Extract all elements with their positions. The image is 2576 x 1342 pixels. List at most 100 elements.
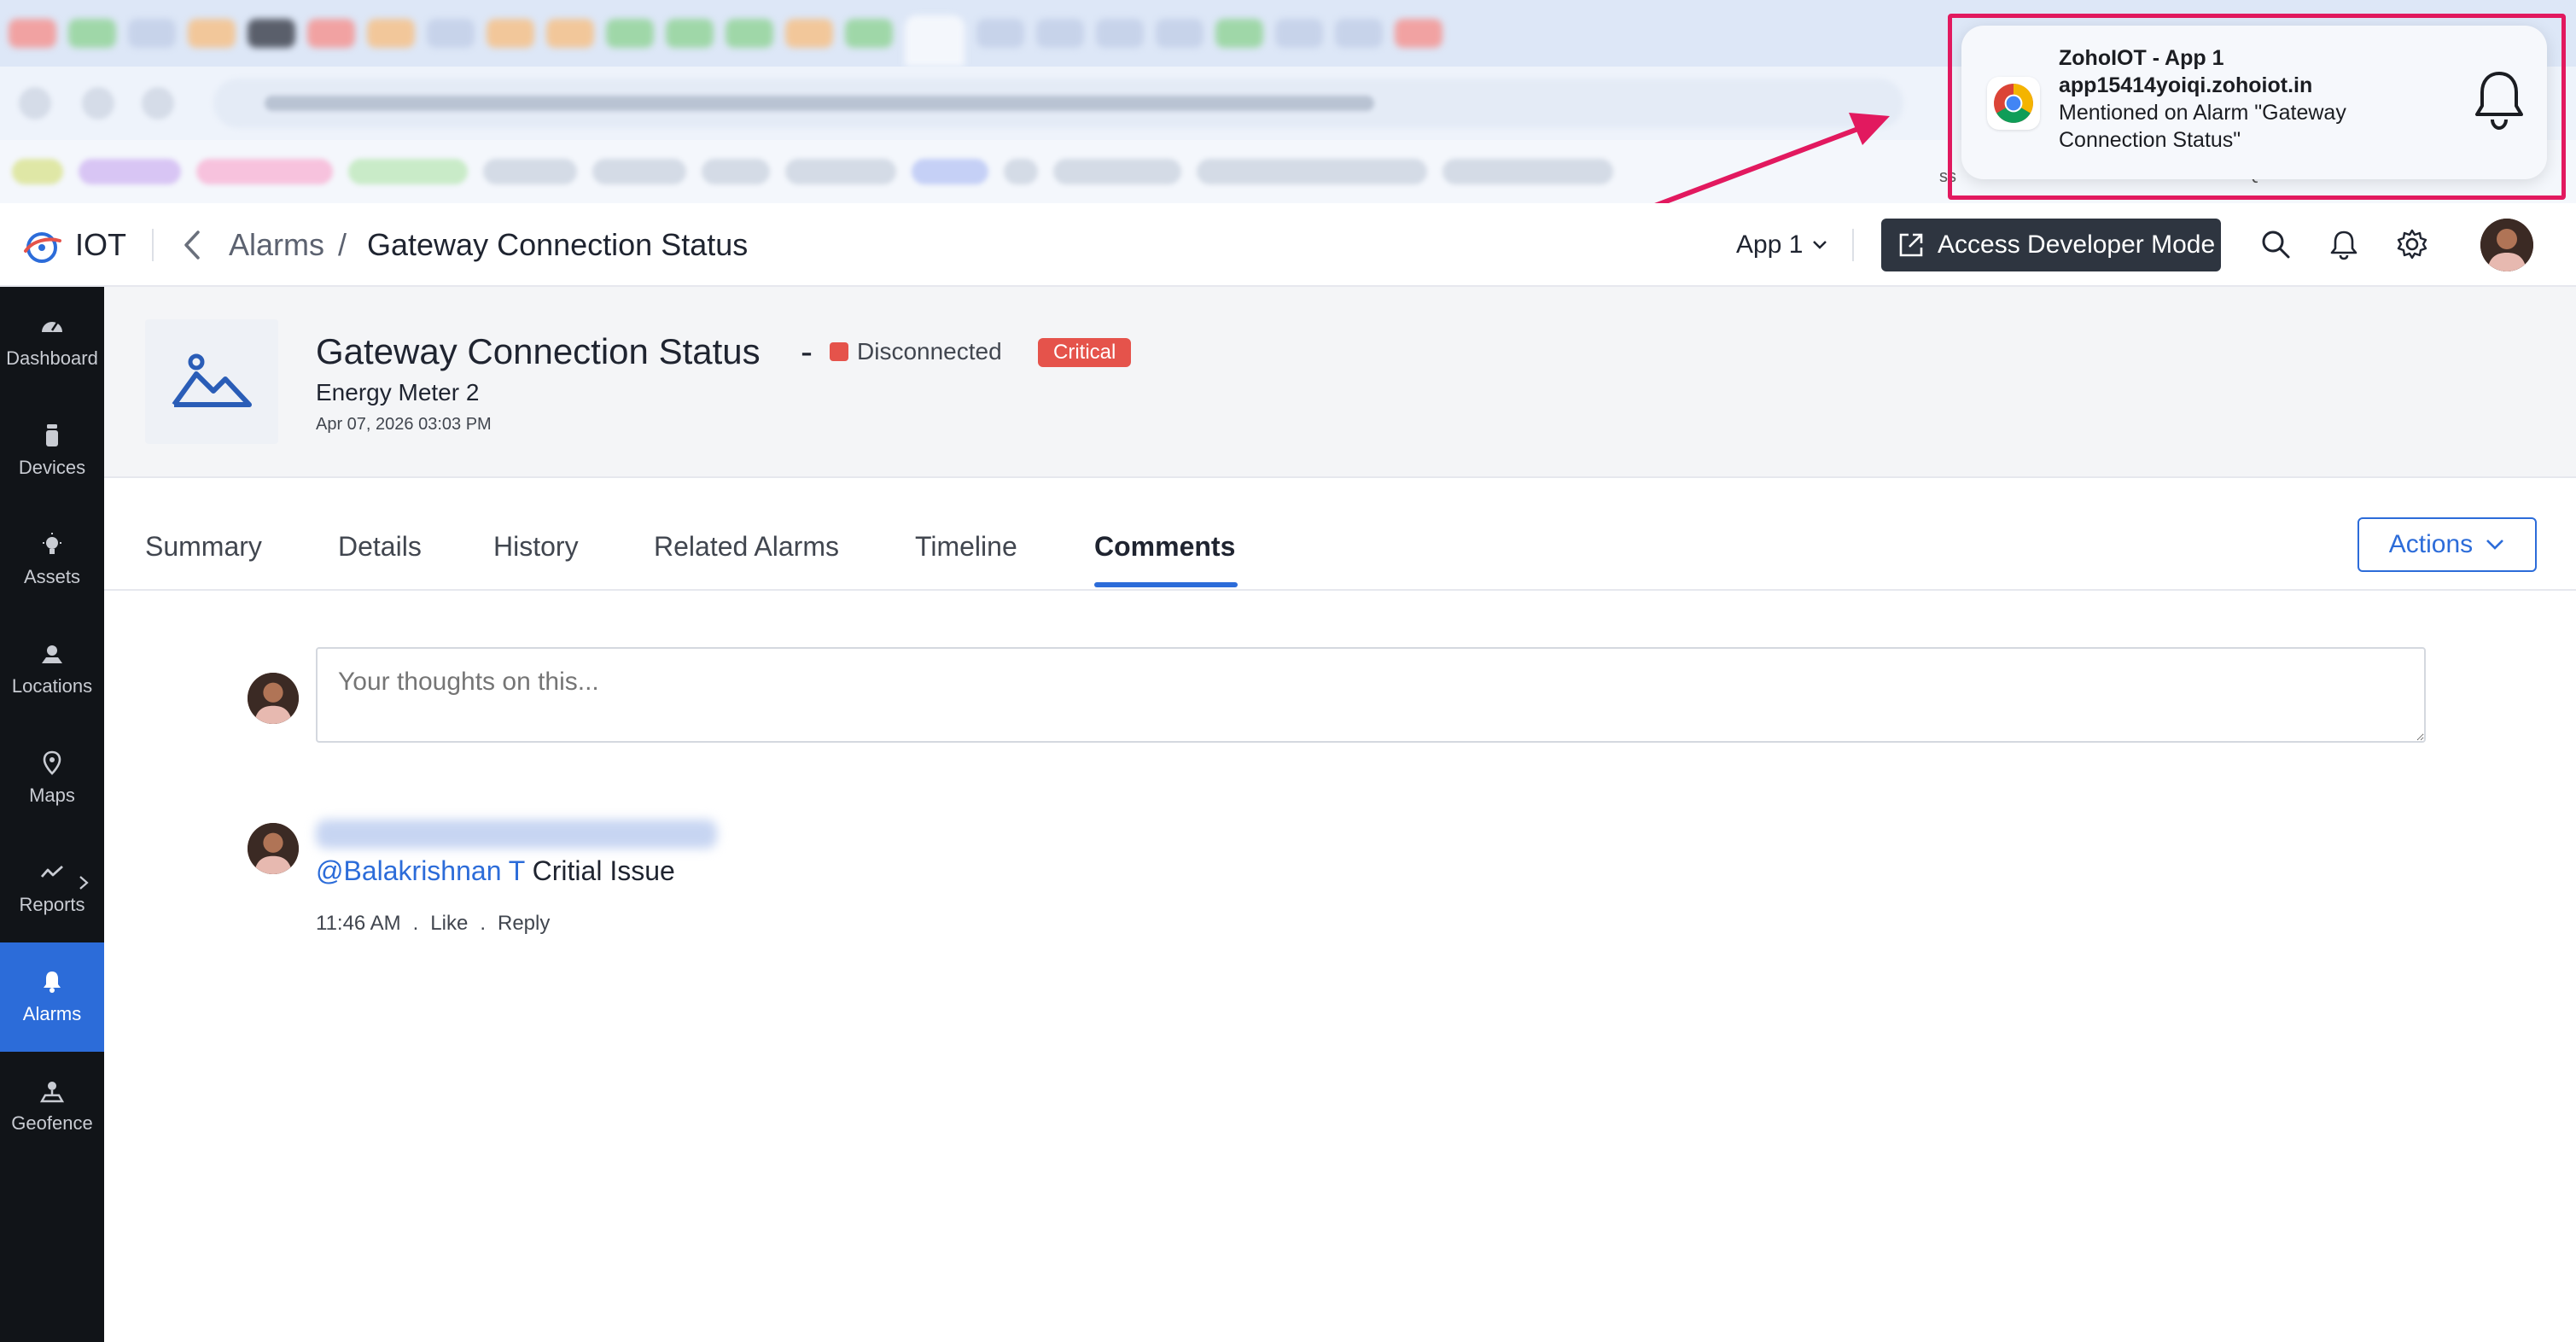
forward-icon[interactable] (82, 87, 114, 120)
app-selector[interactable]: App 1 (1736, 230, 1828, 260)
breadcrumb-separator: / (338, 227, 347, 262)
chevron-right-icon (79, 876, 89, 890)
sidebar-item-assets[interactable]: Assets (0, 505, 104, 615)
reply-link[interactable]: Reply (498, 912, 550, 936)
bookmark[interactable] (1442, 159, 1613, 184)
browser-tab[interactable] (9, 19, 56, 48)
bookmark[interactable] (1197, 159, 1427, 184)
bookmark[interactable] (79, 159, 181, 184)
browser-tab[interactable] (1395, 19, 1442, 48)
notification-body: Mentioned on Alarm "Gateway Connection S… (2059, 101, 2346, 152)
bookmark[interactable] (702, 159, 770, 184)
actions-dropdown-button[interactable]: Actions (2357, 517, 2537, 572)
sidebar-item-label: Alarms (22, 1003, 82, 1024)
browser-tab[interactable] (248, 19, 295, 48)
actions-label: Actions (2388, 530, 2474, 558)
sidebar: Dashboard Devices Assets Locations Maps … (0, 287, 104, 1342)
browser-tab[interactable] (427, 19, 475, 48)
browser-tab[interactable] (726, 19, 773, 48)
url-bar[interactable] (213, 79, 1903, 128)
bookmark[interactable] (196, 159, 333, 184)
user-mention[interactable]: @Balakrishnan T (316, 855, 525, 886)
tab-comments[interactable]: Comments (1094, 531, 1235, 563)
browser-tab[interactable] (845, 19, 893, 48)
zoho-iot-logo[interactable] (19, 225, 65, 266)
alarm-image-placeholder (145, 319, 278, 444)
browser-tab[interactable] (188, 19, 236, 48)
sidebar-item-label: Devices (18, 457, 86, 478)
browser-tab[interactable] (546, 19, 594, 48)
status-label: Disconnected (857, 338, 1002, 365)
comment-author-name-redacted (316, 820, 717, 849)
browser-tab[interactable] (1275, 19, 1323, 48)
chrome-icon (1987, 77, 2040, 130)
tab-history[interactable]: History (493, 531, 579, 563)
current-user-avatar (248, 673, 299, 724)
sidebar-item-geofence[interactable]: Geofence (0, 1052, 104, 1161)
geofence-icon (39, 1082, 65, 1103)
sidebar-item-alarms[interactable]: Alarms (0, 942, 104, 1052)
browser-tab[interactable] (68, 19, 116, 48)
bookmark[interactable] (592, 159, 686, 184)
comment-text: @Balakrishnan T Critial Issue (316, 855, 675, 887)
divider (152, 229, 154, 261)
tab-timeline[interactable]: Timeline (915, 531, 1017, 563)
bookmark[interactable] (1053, 159, 1181, 184)
external-link-icon (1899, 233, 1923, 257)
like-link[interactable]: Like (430, 912, 468, 936)
comment-input[interactable] (316, 647, 2426, 743)
browser-tab[interactable] (666, 19, 714, 48)
browser-tab-active[interactable] (905, 15, 965, 67)
severity-badge: Critical (1038, 338, 1132, 367)
browser-tab[interactable] (1215, 19, 1263, 48)
settings-gear-icon[interactable] (2395, 227, 2429, 261)
reload-icon[interactable] (142, 87, 174, 120)
bell-icon[interactable] (2472, 68, 2526, 131)
browser-tab[interactable] (785, 19, 833, 48)
browser-tab[interactable] (1335, 19, 1383, 48)
back-chevron-icon[interactable] (181, 229, 203, 261)
sidebar-item-dashboard[interactable]: Dashboard (0, 287, 104, 396)
notifications-bell-icon[interactable] (2327, 227, 2361, 261)
breadcrumb-alarms-link[interactable]: Alarms (229, 227, 324, 263)
developer-mode-label: Access Developer Mode (1938, 230, 2216, 259)
browser-tab[interactable] (1096, 19, 1144, 48)
meta-separator: . (412, 912, 419, 935)
access-developer-mode-button[interactable]: Access Developer Mode (1881, 219, 2221, 271)
bookmark[interactable] (348, 159, 468, 184)
sidebar-item-devices[interactable]: Devices (0, 396, 104, 505)
browser-tab[interactable] (307, 19, 355, 48)
bookmark[interactable] (1004, 159, 1038, 184)
alarm-status: Disconnected (830, 338, 1002, 365)
sidebar-item-label: Assets (23, 566, 81, 587)
bookmark[interactable] (785, 159, 896, 184)
sidebar-item-locations[interactable]: Locations (0, 615, 104, 724)
alarms-icon (44, 971, 61, 993)
browser-tab[interactable] (1156, 19, 1203, 48)
sidebar-item-reports[interactable]: Reports (0, 833, 104, 942)
app-header: IOT Alarms / Gateway Connection Status A… (0, 203, 2576, 287)
browser-tab[interactable] (487, 19, 534, 48)
browser-tab[interactable] (606, 19, 654, 48)
browser-tab[interactable] (1036, 19, 1084, 48)
user-avatar[interactable] (2480, 219, 2533, 271)
bookmark[interactable] (12, 159, 63, 184)
bookmark[interactable] (483, 159, 577, 184)
tab-summary[interactable]: Summary (145, 531, 262, 563)
sidebar-item-maps[interactable]: Maps (0, 724, 104, 833)
notification-site: app15414yoiqi.zohoiot.in (2059, 73, 2313, 97)
browser-tab[interactable] (128, 19, 176, 48)
divider (1852, 229, 1854, 261)
notification-text: ZohoIOT - App 1 app15414yoiqi.zohoiot.in… (2059, 44, 2434, 154)
desktop-notification[interactable]: ZohoIOT - App 1 app15414yoiqi.zohoiot.in… (1961, 26, 2547, 179)
tab-details[interactable]: Details (338, 531, 422, 563)
app-selector-label: App 1 (1736, 230, 1804, 259)
bookmark[interactable] (912, 159, 988, 184)
back-icon[interactable] (19, 87, 51, 120)
alarm-timestamp: Apr 07, 2026 03:03 PM (316, 415, 492, 434)
browser-tab[interactable] (976, 19, 1024, 48)
tab-related-alarms[interactable]: Related Alarms (654, 531, 839, 563)
app-name[interactable]: IOT (75, 227, 126, 263)
browser-tab[interactable] (367, 19, 415, 48)
search-icon[interactable] (2258, 227, 2293, 261)
